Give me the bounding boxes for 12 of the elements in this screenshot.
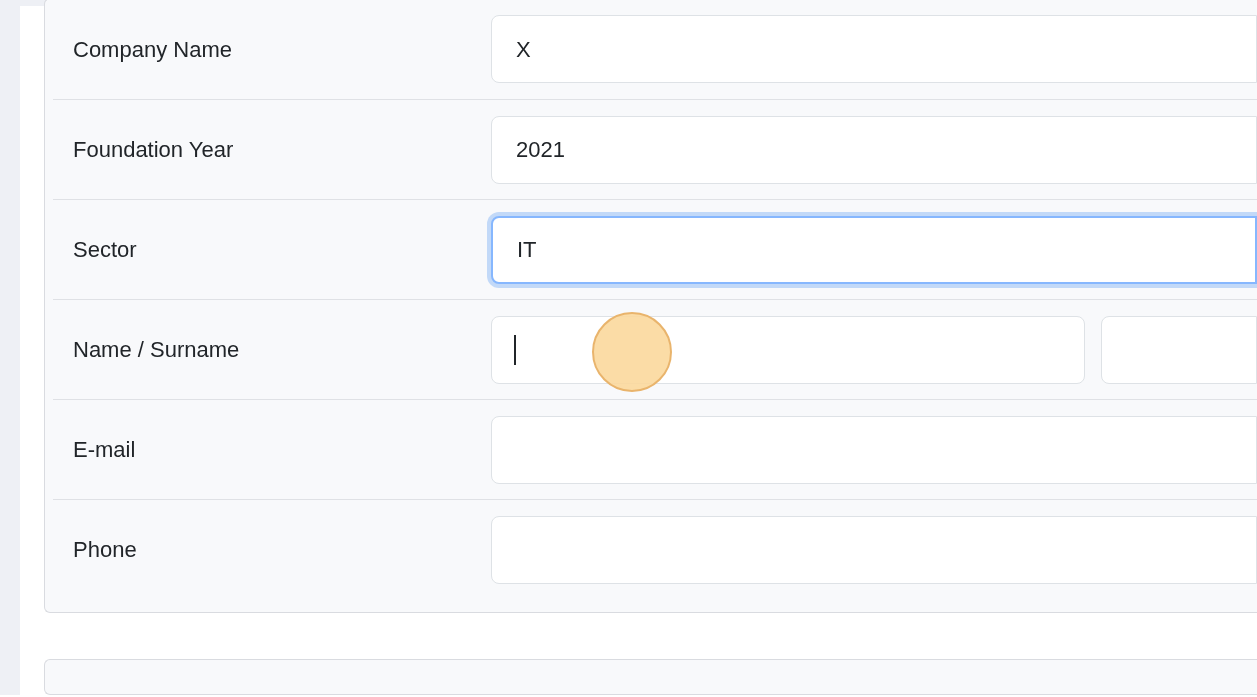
field-label: Foundation Year bbox=[72, 136, 235, 164]
field-label: E-mail bbox=[72, 436, 137, 464]
field-label: Name / Surname bbox=[72, 336, 241, 364]
field-label: Phone bbox=[72, 536, 138, 564]
input-field[interactable]: 2021 bbox=[491, 115, 1257, 184]
field-label: Company Name bbox=[72, 35, 233, 64]
input-field[interactable] bbox=[1101, 315, 1257, 384]
field-label: Sector bbox=[72, 236, 138, 264]
input-field[interactable] bbox=[491, 515, 1257, 584]
input-field[interactable]: X bbox=[491, 15, 1257, 83]
input-field[interactable] bbox=[491, 415, 1257, 484]
text-caret bbox=[514, 334, 516, 365]
